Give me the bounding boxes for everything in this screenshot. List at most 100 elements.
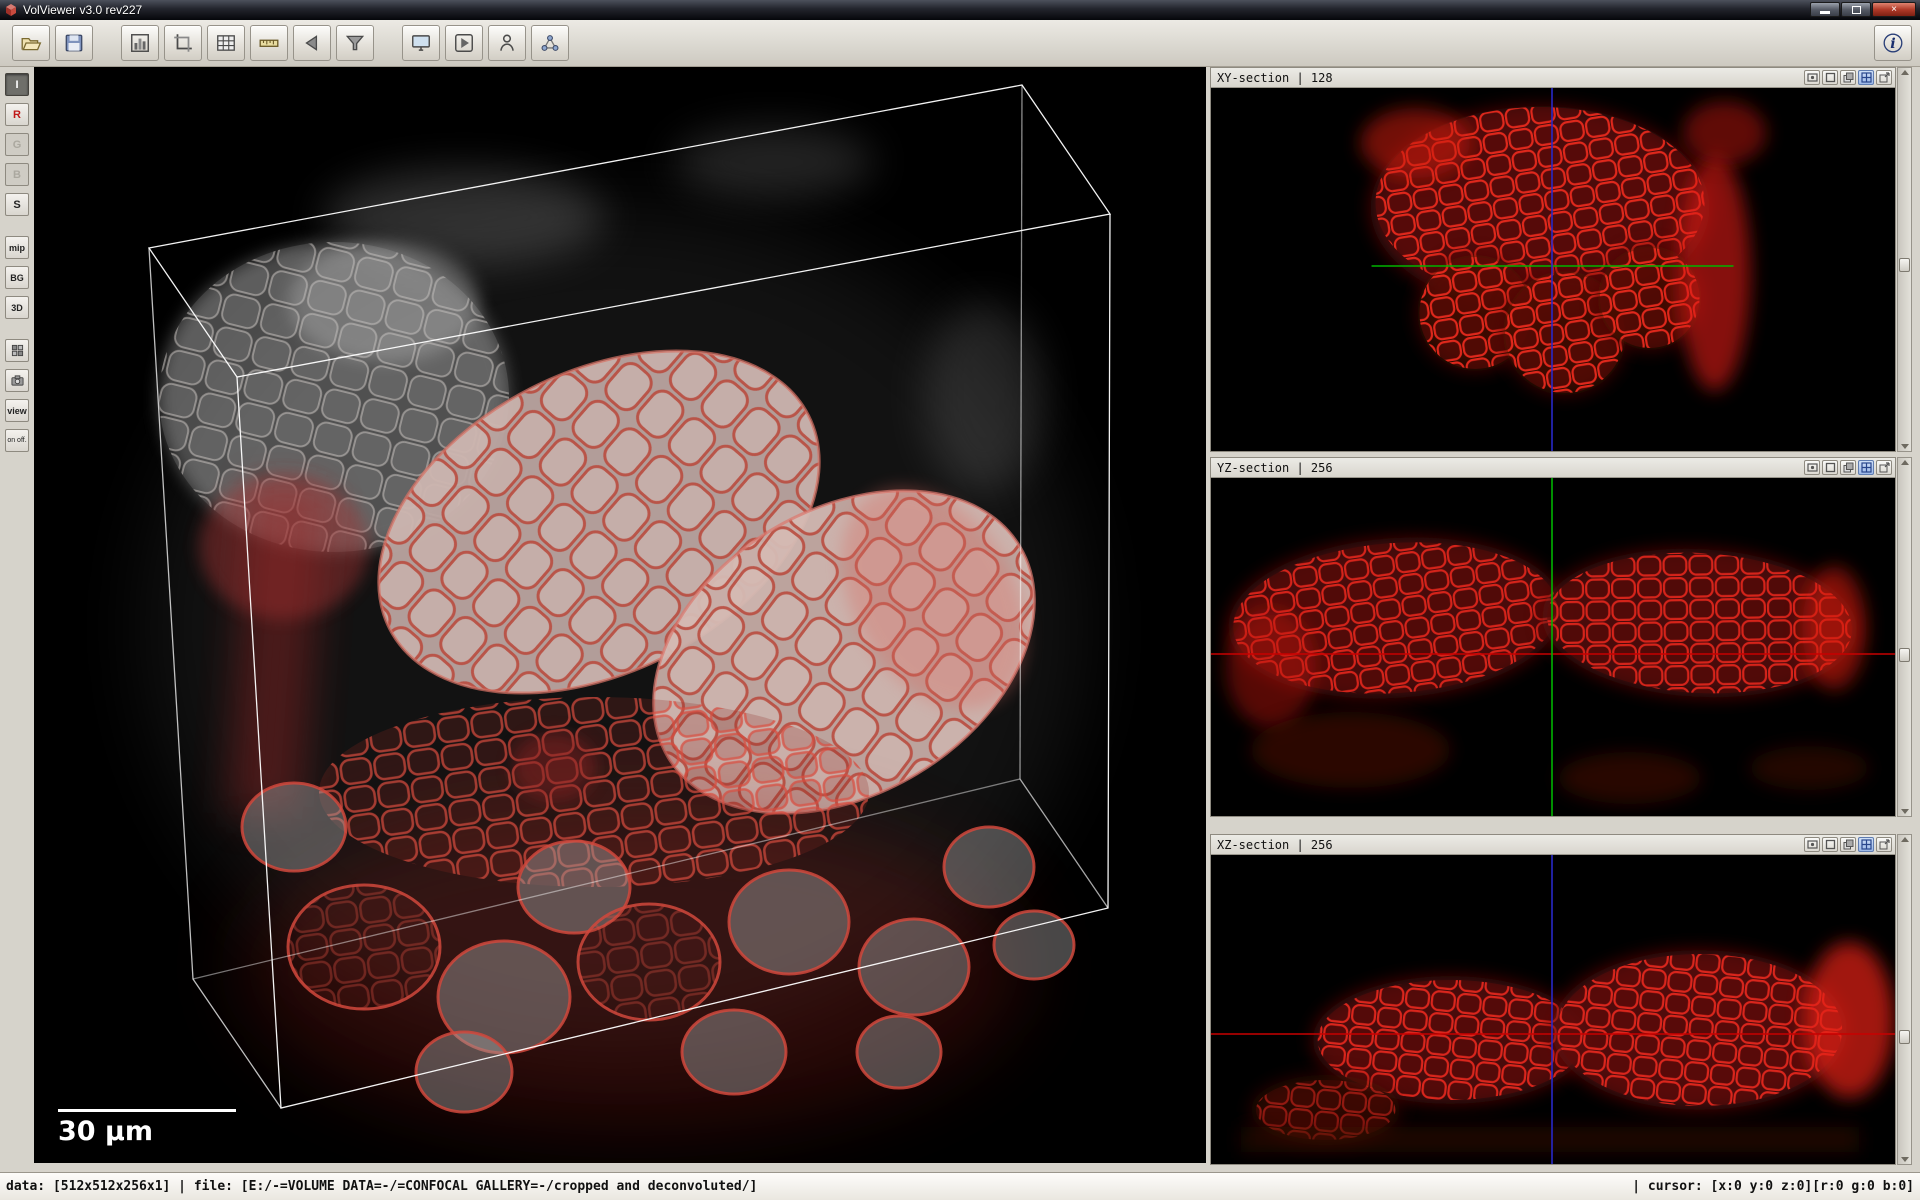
yz-section-view[interactable] (1211, 478, 1895, 816)
bg-button[interactable]: BG (5, 266, 29, 289)
scale-bar: 30 μm (58, 1109, 236, 1147)
section-title: XY-section | 128 (1214, 71, 1333, 85)
snapshot-camera-button[interactable] (5, 369, 29, 392)
floppy-disk-icon (63, 32, 85, 54)
filter-tool-button[interactable] (336, 25, 374, 61)
blue-grid-icon (1861, 72, 1872, 83)
tiles-icon (11, 344, 24, 357)
popout-view-button[interactable] (1876, 460, 1892, 475)
grid-view-button[interactable] (1858, 460, 1874, 475)
slider-up-arrow-icon[interactable] (1901, 70, 1909, 75)
orientation-tool-button[interactable] (293, 25, 331, 61)
channel-s-button[interactable]: S (5, 193, 29, 216)
play-icon (453, 32, 475, 54)
arrow-out-icon (1879, 839, 1890, 850)
view-onoff-button[interactable]: on off. (5, 429, 29, 452)
reset-view-button[interactable] (1822, 837, 1838, 852)
slider-handle[interactable] (1899, 1030, 1910, 1044)
xy-section-view[interactable] (1211, 88, 1895, 451)
section-title: XZ-section | 256 (1214, 838, 1333, 852)
layers-icon (1843, 839, 1854, 850)
close-button[interactable]: × (1872, 2, 1916, 17)
clipping-tool-button[interactable] (164, 25, 202, 61)
overlay-layers-button[interactable] (1840, 460, 1856, 475)
slider-down-arrow-icon[interactable] (1901, 1157, 1909, 1162)
maximize-icon (1852, 6, 1861, 14)
xy-section-panel: XY-section | 128 (1210, 67, 1896, 452)
slider-handle[interactable] (1899, 648, 1910, 662)
grid-view-button[interactable] (1858, 70, 1874, 85)
xy-slice-slider[interactable] (1897, 67, 1912, 452)
camera-frame-icon (1807, 839, 1818, 850)
triangle-left-icon (301, 32, 323, 54)
gallery-grid-button[interactable] (207, 25, 245, 61)
grid-icon (215, 32, 237, 54)
tiles-button[interactable] (5, 339, 29, 362)
camera-icon (11, 374, 24, 387)
graph-editor-button[interactable] (531, 25, 569, 61)
open-file-button[interactable] (12, 25, 50, 61)
yz-section-header: YZ-section | 256 (1211, 458, 1895, 478)
transfer-function-button[interactable] (121, 25, 159, 61)
reset-view-button[interactable] (1822, 70, 1838, 85)
xz-section-view[interactable] (1211, 855, 1895, 1164)
slider-down-arrow-icon[interactable] (1901, 809, 1909, 814)
snapshot-button[interactable] (1804, 70, 1820, 85)
popout-view-button[interactable] (1876, 837, 1892, 852)
info-button[interactable]: i (1874, 25, 1912, 61)
scale-bar-line (58, 1109, 236, 1112)
ruler-icon (258, 32, 280, 54)
volviewer-cube-icon (4, 3, 18, 17)
3d-button[interactable]: 3D (5, 296, 29, 319)
channel-g-button[interactable]: G (5, 133, 29, 156)
scale-bar-label: 30 μm (58, 1116, 236, 1147)
figure-icon (496, 32, 518, 54)
snapshot-button[interactable] (1804, 460, 1820, 475)
grid-view-button[interactable] (1858, 837, 1874, 852)
yz-slice-slider[interactable] (1897, 457, 1912, 817)
maximize-button[interactable] (1841, 2, 1871, 17)
mip-button[interactable]: mip (5, 236, 29, 259)
xz-section-panel: XZ-section | 256 (1210, 834, 1896, 1165)
view-button[interactable]: view (5, 399, 29, 422)
yz-section-panel: YZ-section | 256 (1210, 457, 1896, 817)
xz-slice-slider[interactable] (1897, 834, 1912, 1165)
channel-r-button[interactable]: R (5, 103, 29, 126)
status-cursor: | cursor: [x:0 y:0 z:0][r:0 g:0 b:0] (1632, 1179, 1914, 1194)
snapshot-button[interactable] (1804, 837, 1820, 852)
popout-view-button[interactable] (1876, 70, 1892, 85)
layers-icon (1843, 72, 1854, 83)
overlay-layers-button[interactable] (1840, 837, 1856, 852)
blue-grid-icon (1861, 462, 1872, 473)
channel-b-button[interactable]: B (5, 163, 29, 186)
slider-up-arrow-icon[interactable] (1901, 837, 1909, 842)
channel-i-button[interactable]: I (5, 73, 29, 96)
camera-frame-icon (1807, 462, 1818, 473)
camera-frame-icon (1807, 72, 1818, 83)
slider-handle[interactable] (1899, 258, 1910, 272)
save-file-button[interactable] (55, 25, 93, 61)
measure-tool-button[interactable] (250, 25, 288, 61)
status-bar: data: [512x512x256x1] | file: [E:/-=VOLU… (0, 1172, 1920, 1200)
histogram-icon (129, 32, 151, 54)
layers-icon (1843, 462, 1854, 473)
square-icon (1825, 839, 1836, 850)
slider-up-arrow-icon[interactable] (1901, 460, 1909, 465)
reset-view-button[interactable] (1822, 460, 1838, 475)
minimize-icon (1820, 11, 1830, 14)
display-settings-button[interactable] (402, 25, 440, 61)
main-toolbar: i (0, 20, 1920, 67)
volume-3d-viewport[interactable]: 30 μm (34, 67, 1206, 1163)
window-title: VolViewer v3.0 rev227 (23, 4, 142, 16)
animation-button[interactable] (445, 25, 483, 61)
slider-down-arrow-icon[interactable] (1901, 444, 1909, 449)
funnel-icon (344, 32, 366, 54)
model-view-button[interactable] (488, 25, 526, 61)
arrow-out-icon (1879, 462, 1890, 473)
blue-grid-icon (1861, 839, 1872, 850)
minimize-button[interactable] (1810, 2, 1840, 17)
status-data-file: data: [512x512x256x1] | file: [E:/-=VOLU… (6, 1179, 757, 1194)
overlay-layers-button[interactable] (1840, 70, 1856, 85)
square-icon (1825, 462, 1836, 473)
title-bar[interactable]: VolViewer v3.0 rev227 × (0, 0, 1920, 20)
